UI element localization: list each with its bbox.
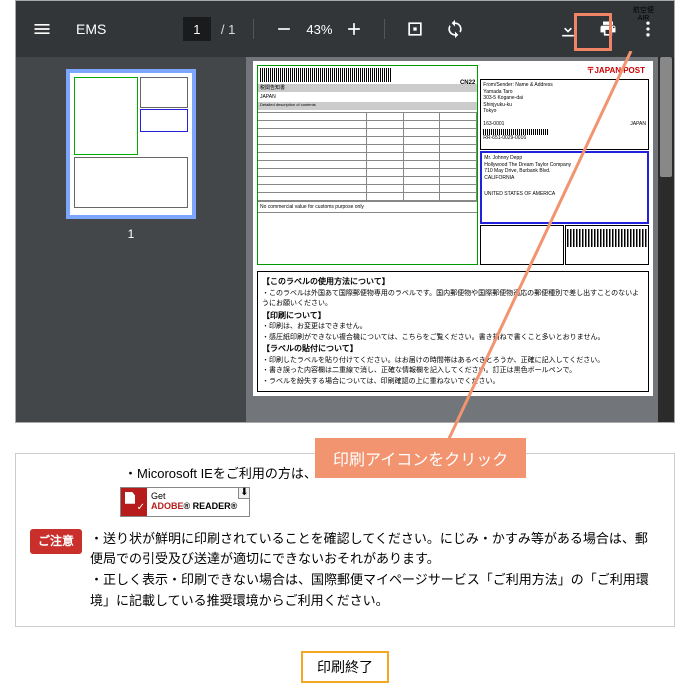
zoom-out-icon[interactable]: [266, 11, 302, 47]
pdf-icon: [121, 488, 147, 516]
page-total: / 1: [221, 22, 235, 37]
barcode: [260, 68, 392, 82]
info-boxes: [480, 225, 649, 265]
document-pane[interactable]: CN22 税関告知書 JAPAN Detailed description of…: [246, 57, 674, 422]
vertical-scrollbar[interactable]: [658, 57, 674, 422]
divider: [253, 19, 254, 39]
menu-icon[interactable]: [24, 11, 60, 47]
recipient-address-box: Mr. Johnny Depp Hollywood The Dream Tayl…: [480, 151, 649, 224]
document-title: EMS: [76, 21, 106, 37]
cn22-label: CN22: [460, 80, 475, 86]
japan-post-logo: 〒JAPAN POST: [480, 65, 649, 78]
zoom-in-icon[interactable]: [336, 11, 372, 47]
thumbnail-page-number: 1: [128, 227, 135, 241]
page-number-input[interactable]: [183, 17, 211, 41]
zoom-level: 43%: [306, 22, 332, 37]
no-commercial-value: No commercial value for customs purpose …: [258, 201, 477, 212]
finish-print-button[interactable]: 印刷終了: [301, 651, 389, 683]
fit-page-icon[interactable]: [397, 11, 433, 47]
page-thumbnail[interactable]: [66, 69, 196, 219]
notice-bullet-2: ・正しく表示・印刷できない場合は、国際郵便マイページサービス「ご利用方法」の「ご…: [90, 570, 660, 612]
download-arrow-icon: ⬇: [238, 487, 250, 499]
callout-tooltip: 印刷アイコンをクリック: [315, 438, 526, 478]
print-icon[interactable]: [590, 11, 626, 47]
customs-declaration-form: CN22 税関告知書 JAPAN Detailed description of…: [257, 65, 478, 265]
pdf-toolbar: EMS / 1 43%: [16, 1, 674, 57]
download-icon[interactable]: [550, 11, 586, 47]
notice-bullet-1: ・送り状が鮮明に印刷されていることを確認してください。にじみ・かすみ等がある場合…: [90, 529, 660, 571]
thumbnail-sidebar: 1: [16, 57, 246, 422]
airmail-label: 航空便AIR: [633, 7, 654, 22]
rotate-icon[interactable]: [437, 11, 473, 47]
divider: [384, 19, 385, 39]
sender-address-box: From/Sender: Name & Address Yamada Taro …: [480, 79, 649, 150]
adobe-reader-badge[interactable]: Get ADOBE® READER® ⬇: [120, 487, 250, 517]
instructions-panel: ・Micorosoft IEをご利用の方は、 Get ADOBE® READER…: [15, 453, 675, 627]
pdf-viewer: EMS / 1 43% 航空便AIR 1: [15, 0, 675, 423]
label-instructions: 【このラベルの使用方法について】 ・このラベルは外国あて国際郵便物専用のラベルで…: [257, 271, 649, 392]
viewer-body: 1 CN22 税関告知書 JAPAN Detailed description …: [16, 57, 674, 422]
document-page: CN22 税関告知書 JAPAN Detailed description of…: [253, 61, 653, 396]
notice-badge: ご注意: [30, 529, 82, 554]
